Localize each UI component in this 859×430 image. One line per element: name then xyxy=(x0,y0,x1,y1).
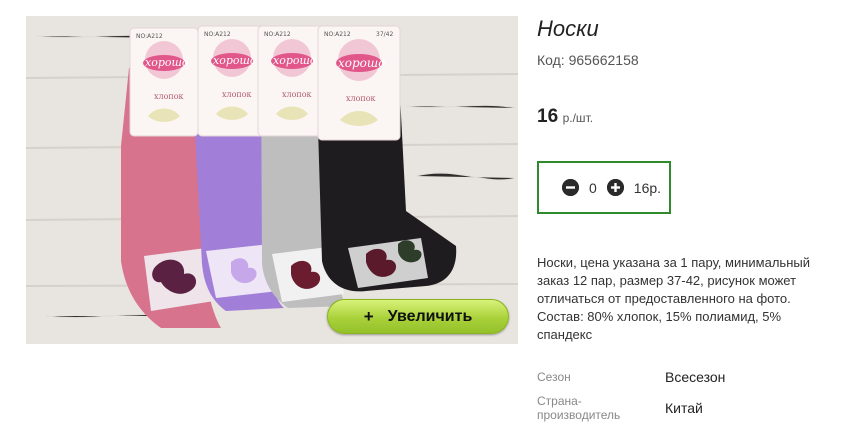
attribute-value: Всесезон xyxy=(665,369,726,385)
attribute-row: Сезон Всесезон xyxy=(537,368,725,386)
price-value: 16 xyxy=(537,106,559,127)
product-code-value: 965662158 xyxy=(568,52,639,68)
zoom-button[interactable]: + Увеличить xyxy=(327,299,509,334)
tag-material-text: хлопок xyxy=(154,92,184,101)
tag-brand-text: хорошо xyxy=(273,54,317,67)
attribute-key: Страна-производитель xyxy=(537,394,621,422)
tag-code-text: NO:A212 xyxy=(136,33,163,40)
tag-brand-text: хорошо xyxy=(145,56,189,69)
attribute-key: Сезон xyxy=(537,370,571,384)
tag-material-text: хлопок xyxy=(346,94,376,103)
tag-brand-text: хорошо xyxy=(213,54,257,67)
socks-image: NO:A212 NO:A212 NO:A212 NO:A212 37/42 хо… xyxy=(26,16,518,344)
tag-code-text: NO:A212 xyxy=(204,31,231,38)
tag-brand-text: хорошо xyxy=(338,56,386,70)
attribute-row: Страна-производитель Китай xyxy=(537,394,725,422)
tag-material-text: хлопок xyxy=(282,90,312,99)
price-unit: р./шт. xyxy=(562,111,594,125)
zoom-button-label: Увеличить xyxy=(387,307,473,325)
product-attributes: Сезон Всесезон Страна-производитель Кита… xyxy=(537,368,725,422)
product-code: Код: 965662158 xyxy=(537,52,639,68)
quantity-value[interactable]: 0 xyxy=(589,180,597,196)
tag-material-text: хлопок xyxy=(222,90,252,99)
tag-code-text: NO:A212 xyxy=(324,31,351,38)
quantity-stepper: 0 16р. xyxy=(537,161,671,214)
product-photo[interactable]: NO:A212 NO:A212 NO:A212 NO:A212 37/42 хо… xyxy=(26,16,518,344)
tag-code-text: NO:A212 xyxy=(264,31,291,38)
quantity-total: 16р. xyxy=(633,179,662,196)
tag-size-text: 37/42 xyxy=(376,31,393,38)
minus-circle-icon[interactable] xyxy=(562,179,579,196)
product-title: Носки xyxy=(537,16,599,41)
product-price: 16 р./шт. xyxy=(537,106,593,128)
product-code-label: Код: xyxy=(537,52,565,68)
attribute-value: Китай xyxy=(665,400,703,416)
product-description: Носки, цена указана за 1 пару, минимальн… xyxy=(537,255,810,342)
plus-circle-icon[interactable] xyxy=(606,179,624,196)
plus-icon: + xyxy=(363,306,374,326)
